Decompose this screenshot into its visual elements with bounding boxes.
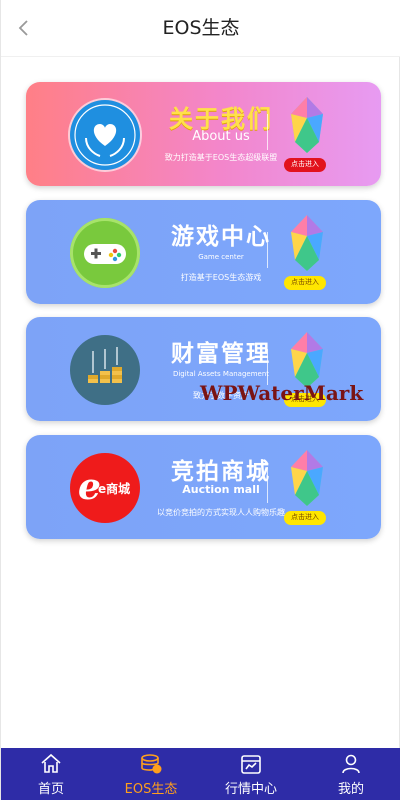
divider: [267, 349, 268, 385]
tab-home[interactable]: 首页: [1, 748, 101, 800]
tab-label: 首页: [37, 782, 64, 797]
tab-market-center[interactable]: 行情中心: [201, 748, 301, 800]
divider: [267, 232, 268, 268]
bottom-tab-bar: 首页 EOS生态 行情中心 我的: [1, 748, 400, 800]
divider: [267, 114, 268, 150]
crystal-gem-icon: [291, 450, 323, 506]
heart-laurel-logo-icon: [70, 100, 140, 170]
tab-my[interactable]: 我的: [301, 748, 400, 800]
coins-logo-icon: [70, 335, 140, 405]
card-about-us[interactable]: 关于我们 About us 致力打造基于EOS生态超级联盟 点击进入: [26, 82, 381, 186]
app-frame: EOS生态 关于我们 About us 致力打造基于EOS生态超级联盟 点击进入: [0, 0, 400, 800]
enter-button[interactable]: 点击进入: [284, 158, 326, 172]
watermark: WPWaterMark: [200, 381, 364, 405]
enter-button[interactable]: 点击进入: [284, 276, 326, 290]
card-title: 竞拍商城: [171, 459, 271, 485]
card-game-center[interactable]: 游戏中心 Game center 打造基于EOS生态游戏 点击进入: [26, 200, 381, 304]
crystal-gem-icon: [291, 97, 323, 153]
logo-text: e商城: [98, 482, 131, 496]
card-wealth-management[interactable]: 财富管理 Digital Assets Management 致力于数字资产 点…: [26, 317, 381, 421]
tab-label: 行情中心: [224, 782, 277, 797]
tab-label: 我的: [337, 782, 364, 797]
e-mall-logo-icon: e e商城: [70, 453, 140, 523]
crystal-gem-icon: [291, 215, 323, 271]
market-chart-icon: [241, 755, 261, 774]
tab-eos-ecosystem[interactable]: EOS生态: [101, 748, 201, 800]
page-title: EOS生态: [162, 17, 240, 39]
tab-label: EOS生态: [124, 782, 178, 797]
enter-button[interactable]: 点击进入: [284, 511, 326, 525]
card-title: 游戏中心: [171, 224, 271, 250]
card-auction-mall[interactable]: e e商城 竞拍商城 Auction mall 以竞价竞拍的方式实现人人购物乐趣…: [26, 435, 381, 539]
card-subtitle: Auction mall: [182, 483, 260, 496]
card-title: 财富管理: [171, 341, 271, 367]
card-subtitle: Digital Assets Management: [172, 370, 270, 378]
card-subtitle: About us: [192, 129, 250, 144]
home-icon: [41, 753, 61, 773]
header-bar: EOS生态: [1, 0, 400, 57]
card-description: 致力打造基于EOS生态超级联盟: [164, 153, 278, 162]
coins-stack-icon: [141, 754, 162, 774]
card-subtitle: Game center: [198, 253, 244, 261]
user-icon: [342, 754, 360, 774]
divider: [267, 467, 268, 503]
gamepad-logo-icon: [70, 218, 140, 288]
